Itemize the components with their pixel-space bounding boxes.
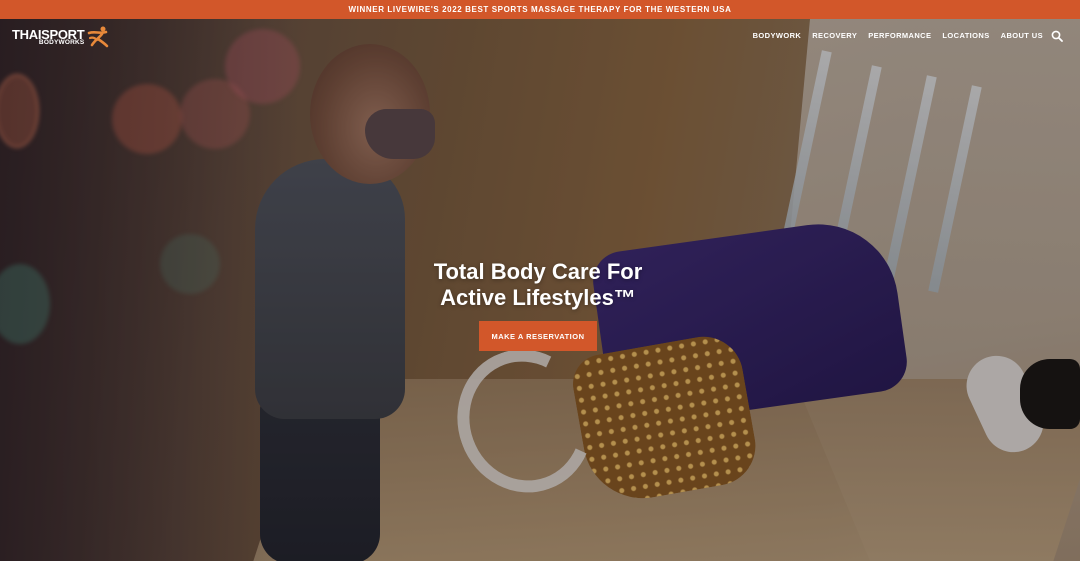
announcement-bar: WINNER LIVEWIRE'S 2022 BEST SPORTS MASSA…: [0, 0, 1080, 19]
nav-bodywork[interactable]: BODYWORK: [753, 31, 802, 40]
hero-headline: Total Body Care For Active Lifestyles™: [340, 259, 736, 311]
hero-headline-line1: Total Body Care For: [433, 259, 643, 284]
figure-mark-icon: [88, 26, 109, 48]
main-nav: BODYWORK RECOVERY PERFORMANCE LOCATIONS …: [742, 31, 1043, 40]
nav-about-us[interactable]: ABOUT US: [1001, 31, 1043, 40]
announcement-text: WINNER LIVEWIRE'S 2022 BEST SPORTS MASSA…: [348, 5, 732, 14]
make-reservation-button[interactable]: MAKE A RESERVATION: [479, 321, 597, 351]
logo-subtitle: BODYWORKS: [38, 38, 85, 46]
hero-headline-line2: Active Lifestyles™: [440, 285, 636, 310]
nav-locations[interactable]: LOCATIONS: [942, 31, 989, 40]
site-logo[interactable]: THAISPORT BODYWORKS: [12, 24, 110, 50]
nav-performance[interactable]: PERFORMANCE: [868, 31, 931, 40]
search-icon[interactable]: [1051, 30, 1063, 42]
nav-recovery[interactable]: RECOVERY: [812, 31, 857, 40]
